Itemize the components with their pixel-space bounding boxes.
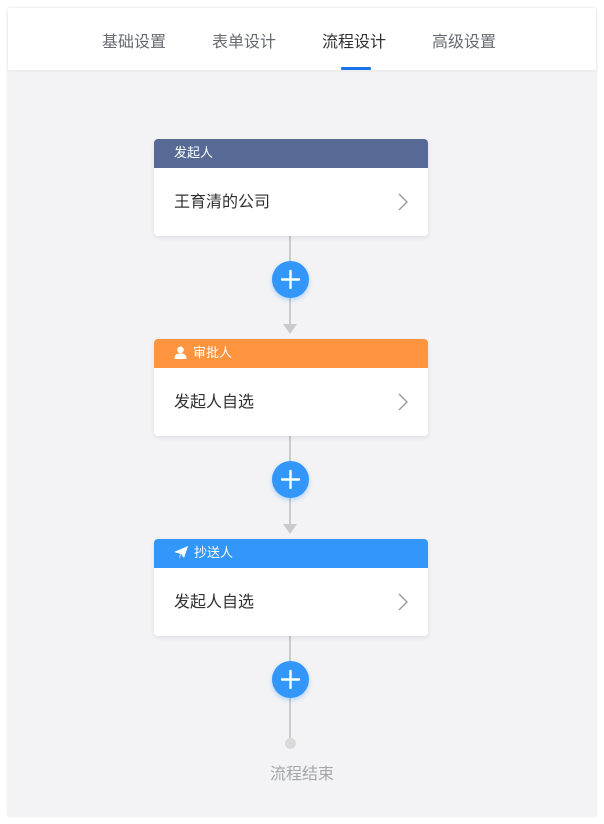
node-type-label: 审批人 bbox=[193, 346, 233, 361]
plus-icon bbox=[280, 669, 301, 690]
send-icon bbox=[174, 546, 188, 559]
chevron-right-icon bbox=[398, 593, 408, 611]
add-node-button[interactable] bbox=[272, 461, 309, 498]
flow-end-label: 流程结束 bbox=[269, 764, 334, 783]
connector-arrow bbox=[283, 524, 297, 534]
user-icon bbox=[174, 346, 187, 359]
node-header: 发起人 bbox=[154, 139, 428, 168]
initiator-node[interactable]: 发起人 王育清的公司 bbox=[154, 139, 428, 236]
plus-icon bbox=[280, 269, 301, 290]
chevron-right-icon bbox=[398, 193, 408, 211]
tab-basic-settings[interactable]: 基础设置 bbox=[102, 28, 166, 52]
node-body: 发起人自选 bbox=[154, 368, 428, 436]
node-header: 审批人 bbox=[154, 339, 428, 368]
connector-arrow bbox=[283, 324, 297, 334]
node-value: 发起人自选 bbox=[174, 392, 255, 411]
node-value: 发起人自选 bbox=[174, 592, 255, 611]
tab-form-design[interactable]: 表单设计 bbox=[212, 28, 276, 52]
top-tab-bar: 基础设置 表单设计 流程设计 高级设置 bbox=[8, 8, 596, 70]
plus-icon bbox=[280, 469, 301, 490]
flow-end-dot bbox=[285, 738, 296, 749]
tab-advanced-settings[interactable]: 高级设置 bbox=[432, 28, 496, 52]
node-header: 抄送人 bbox=[154, 539, 428, 568]
node-value: 王育清的公司 bbox=[174, 192, 271, 211]
node-type-label: 发起人 bbox=[174, 146, 214, 161]
node-type-label: 抄送人 bbox=[194, 546, 234, 561]
node-body: 发起人自选 bbox=[154, 568, 428, 636]
flow-designer-panel: 基础设置 表单设计 流程设计 高级设置 发起人 王育清的公司 审批人 发起人自选… bbox=[8, 8, 596, 816]
active-tab-indicator bbox=[341, 67, 371, 70]
chevron-right-icon bbox=[398, 393, 408, 411]
add-node-button[interactable] bbox=[272, 261, 309, 298]
tab-flow-design[interactable]: 流程设计 bbox=[322, 28, 386, 52]
cc-node[interactable]: 抄送人 发起人自选 bbox=[154, 539, 428, 636]
approver-node[interactable]: 审批人 发起人自选 bbox=[154, 339, 428, 436]
node-body: 王育清的公司 bbox=[154, 168, 428, 236]
add-node-button[interactable] bbox=[272, 661, 309, 698]
